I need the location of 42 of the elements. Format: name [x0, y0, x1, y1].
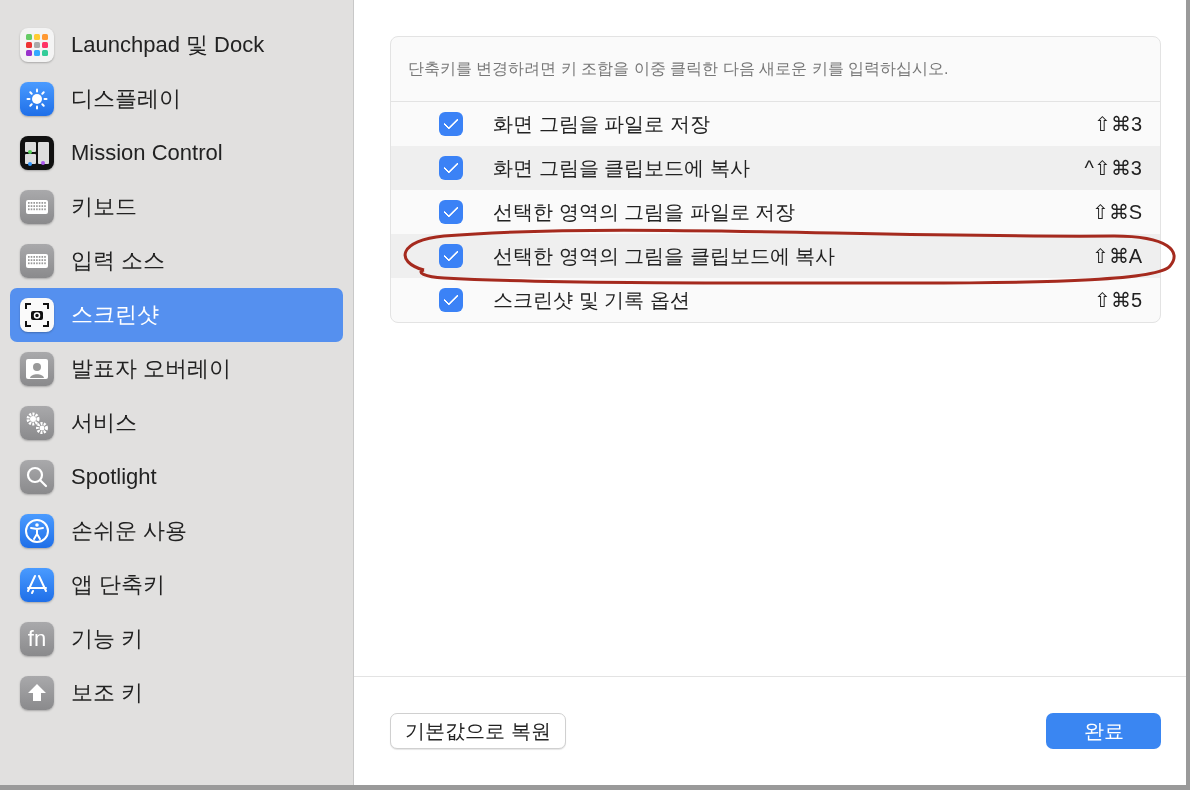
- gears-icon: [20, 406, 54, 440]
- shortcut-label: 스크린샷 및 기록 옵션: [493, 287, 691, 313]
- key-combination[interactable]: ⇧⌘A: [1091, 244, 1142, 268]
- launchpad-icon: [20, 28, 54, 62]
- sidebar-item[interactable]: 서비스: [10, 396, 343, 450]
- key-combination[interactable]: ⇧⌘5: [1093, 288, 1142, 312]
- sidebar-item[interactable]: 앱 단축키: [10, 558, 343, 612]
- fn-key-icon: fn: [20, 622, 54, 656]
- sidebar-item[interactable]: fn 기능 키: [10, 612, 343, 666]
- sidebar-item[interactable]: Spotlight: [10, 450, 343, 504]
- shortcut-label: 화면 그림을 파일로 저장: [493, 111, 711, 137]
- keyboard-icon: [20, 244, 54, 278]
- key-combination[interactable]: ⇧⌘S: [1091, 200, 1142, 224]
- sidebar-item[interactable]: 키보드: [10, 180, 343, 234]
- checkbox[interactable]: [439, 112, 463, 136]
- sidebar-item[interactable]: 손쉬운 사용: [10, 504, 343, 558]
- shortcut-label: 선택한 영역의 그림을 클립보드에 복사: [493, 243, 837, 269]
- checkbox[interactable]: [439, 200, 463, 224]
- checkbox[interactable]: [439, 156, 463, 180]
- screenshot-icon: [20, 298, 54, 332]
- done-button[interactable]: 완료: [1046, 713, 1161, 749]
- windows-icon: [20, 136, 54, 170]
- hint-text: 단축키를 변경하려면 키 조합을 이중 클릭한 다음 새로운 키를 입력하십시오.: [391, 37, 1160, 102]
- sidebar-item[interactable]: 보조 키: [10, 666, 343, 720]
- accessibility-icon: [20, 514, 54, 548]
- restore-defaults-button[interactable]: 기본값으로 복원: [390, 713, 566, 749]
- person-icon: [20, 352, 54, 386]
- sidebar-item[interactable]: 디스플레이: [10, 72, 343, 126]
- sidebar-item[interactable]: 발표자 오버레이: [10, 342, 343, 396]
- keyboard-icon: [20, 190, 54, 224]
- search-icon: [20, 460, 54, 494]
- sidebar-item[interactable]: 입력 소스: [10, 234, 343, 288]
- sidebar-item[interactable]: Launchpad 및 Dock: [10, 18, 343, 72]
- sidebar-item[interactable]: Mission Control: [10, 126, 343, 180]
- app-store-icon: [20, 568, 54, 602]
- sun-icon: [20, 82, 54, 116]
- key-combination[interactable]: ^⇧⌘3: [1084, 156, 1142, 180]
- shortcut-label: 선택한 영역의 그림을 파일로 저장: [493, 199, 797, 225]
- checkbox[interactable]: [439, 244, 463, 268]
- key-combination[interactable]: ⇧⌘3: [1093, 112, 1142, 136]
- checkbox[interactable]: [439, 288, 463, 312]
- shortcut-label: 화면 그림을 클립보드에 복사: [493, 155, 751, 181]
